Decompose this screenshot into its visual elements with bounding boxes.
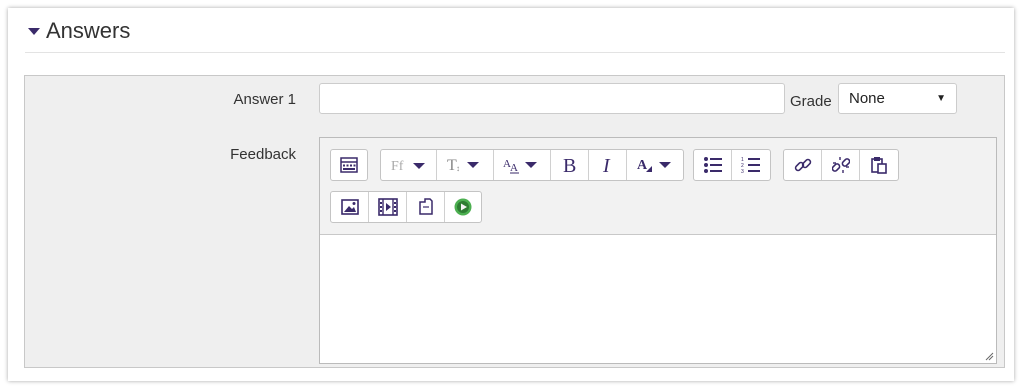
paragraph-style-button[interactable]: AA	[494, 150, 551, 180]
image-button[interactable]	[331, 192, 369, 222]
font-size-icon: T ↕	[447, 157, 479, 174]
svg-text:↕: ↕	[456, 164, 460, 173]
grade-label: Grade	[790, 93, 832, 110]
answers-section-toggle[interactable]: Answers	[28, 16, 130, 46]
paste-button[interactable]	[860, 150, 898, 180]
svg-text:A: A	[510, 162, 518, 174]
toolbar-toggle-button[interactable]	[331, 150, 367, 180]
ordered-list-icon: 123	[741, 157, 760, 174]
manage-files-icon	[418, 198, 433, 215]
manage-files-button[interactable]	[407, 192, 445, 222]
toolbar-group-links	[783, 149, 899, 181]
unordered-list-button[interactable]	[694, 150, 732, 180]
toolbar-group-lists: 123	[693, 149, 771, 181]
svg-text:I: I	[602, 155, 611, 175]
caret-down-icon	[28, 27, 40, 35]
editor-toolbar: Ff T ↕ AA B I A 123	[320, 138, 996, 235]
grade-select-value: None	[849, 90, 885, 107]
bold-icon: B	[563, 155, 576, 175]
paste-icon	[871, 157, 887, 174]
feedback-label: Feedback	[230, 146, 296, 163]
svg-text:Ff: Ff	[391, 159, 404, 173]
svg-text:A: A	[637, 158, 648, 173]
section-title: Answers	[46, 18, 131, 43]
resize-grip-icon[interactable]	[984, 351, 994, 361]
image-icon	[340, 199, 359, 215]
answer-1-label: Answer 1	[233, 91, 296, 108]
feedback-editor: Ff T ↕ AA B I A 123	[319, 137, 997, 364]
dropdown-arrow-icon: ▼	[936, 93, 946, 104]
feedback-content-area[interactable]	[320, 235, 996, 363]
media-icon	[377, 198, 398, 216]
unordered-list-icon	[703, 157, 722, 173]
svg-text:B: B	[563, 155, 576, 175]
font-family-button[interactable]: Ff	[381, 150, 437, 180]
link-icon	[794, 158, 811, 172]
unlink-button[interactable]	[822, 150, 860, 180]
font-family-icon: Ff	[391, 159, 425, 173]
svg-text:3: 3	[741, 169, 744, 174]
unlink-icon	[831, 157, 850, 173]
italic-icon: I	[602, 155, 611, 175]
section-divider	[25, 52, 1005, 53]
record-video-button[interactable]	[445, 192, 481, 222]
media-button[interactable]	[369, 192, 407, 222]
italic-button[interactable]: I	[589, 150, 627, 180]
bold-button[interactable]: B	[551, 150, 589, 180]
toolbar-group-collapse	[330, 149, 368, 181]
answer-1-input[interactable]	[319, 83, 785, 114]
toolbar-group-media	[330, 191, 482, 223]
ordered-list-button[interactable]: 123	[732, 150, 770, 180]
link-button[interactable]	[784, 150, 822, 180]
grade-select[interactable]: None ▼	[838, 83, 957, 114]
record-video-icon	[454, 198, 472, 216]
paragraph-style-icon: AA	[503, 158, 537, 174]
toolbar-group-style: Ff T ↕ AA B I A	[380, 149, 684, 181]
font-size-button[interactable]: T ↕	[437, 150, 494, 180]
text-color-button[interactable]: A	[627, 150, 683, 180]
text-color-icon: A	[637, 158, 671, 173]
toolbar-toggle-icon	[340, 157, 358, 173]
